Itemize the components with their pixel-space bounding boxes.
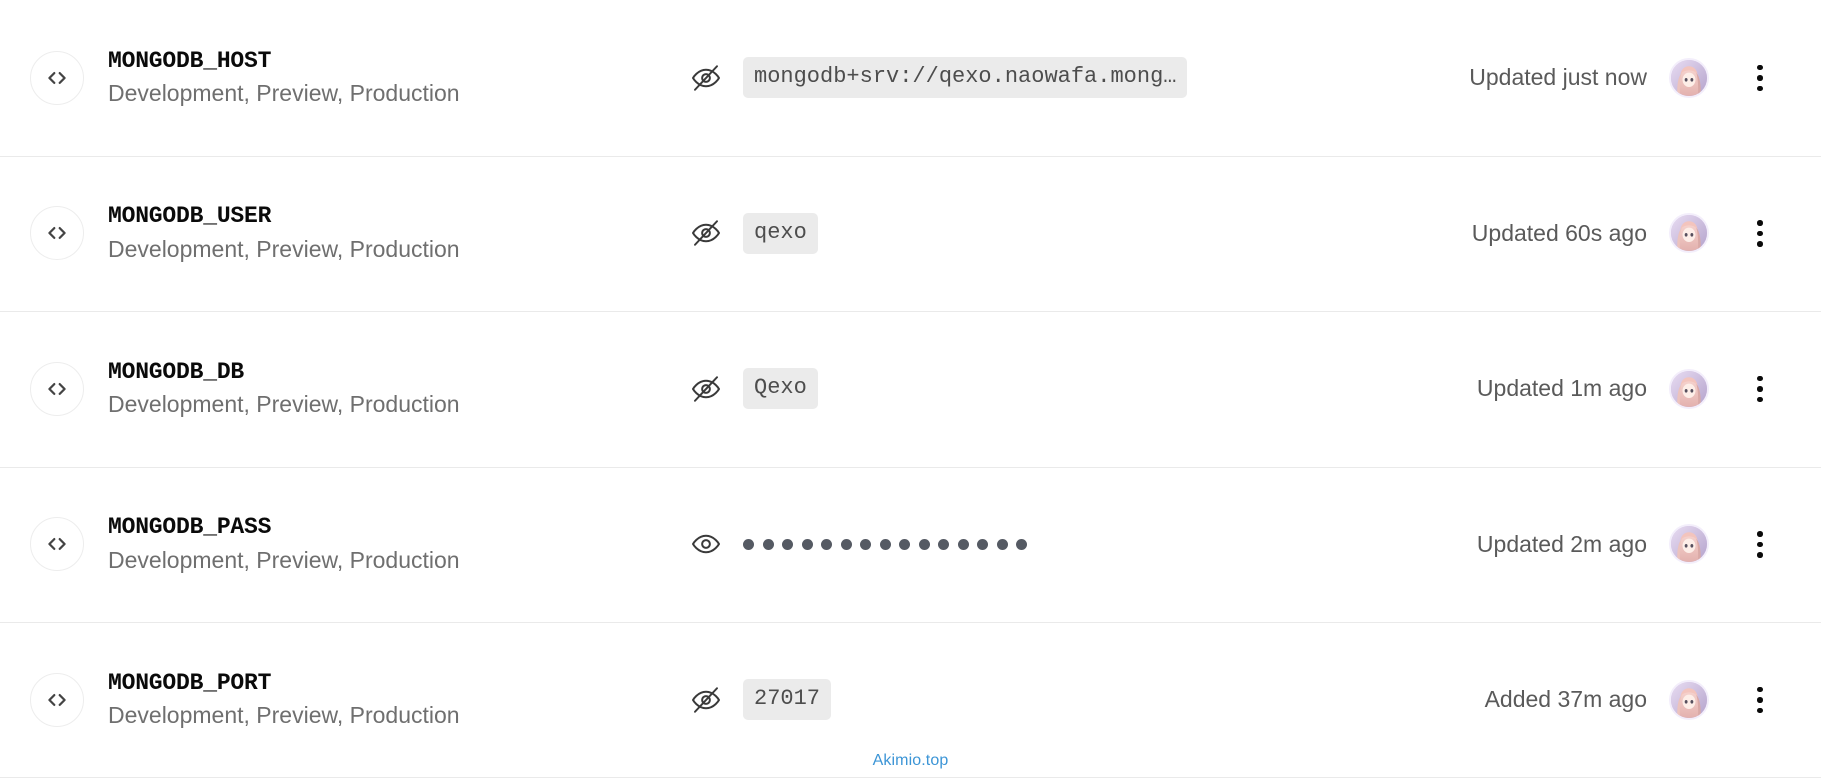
env-value-chip[interactable]: Qexo: [743, 368, 818, 410]
env-key-name: MONGODB_USER: [108, 203, 272, 229]
env-key-name: MONGODB_HOST: [108, 47, 272, 74]
env-row: MONGODB_PASS Development, Preview, Produc…: [0, 466, 1821, 622]
env-timestamp: Updated just now: [1469, 64, 1647, 91]
env-timestamp: Updated 2m ago: [1476, 530, 1647, 557]
env-value-chip[interactable]: 27017: [743, 679, 832, 721]
env-key-name: MONGODB_DB: [108, 358, 245, 385]
environment-variables-list: MONGODB_HOST Development, Preview, Produc…: [0, 0, 1821, 784]
env-key-block: MONGODB_DB Development, Preview, Producti…: [108, 358, 678, 419]
env-meta-block: Updated 1m ago: [1477, 367, 1777, 411]
env-row: MONGODB_PORT Development, Preview, Produc…: [0, 622, 1821, 778]
avatar: [1669, 524, 1709, 565]
more-vertical-icon[interactable]: [1743, 678, 1777, 722]
env-value-chip[interactable]: mongodb+srv://qexo.naowafa.mong…: [743, 57, 1188, 99]
mask-dot: [899, 538, 910, 550]
env-value-block: 27017: [678, 679, 1485, 721]
mask-dot: [801, 538, 813, 550]
env-key-name: MONGODB_PASS: [108, 514, 272, 540]
code-brackets-icon: [30, 50, 84, 105]
more-vertical-icon[interactable]: [1743, 211, 1777, 255]
avatar: [1669, 368, 1709, 409]
eye-off-icon[interactable]: [686, 369, 726, 409]
more-vertical-icon[interactable]: [1743, 522, 1777, 566]
env-row: MONGODB_DB Development, Preview, Producti…: [0, 311, 1821, 467]
code-brackets-icon: [30, 517, 84, 572]
eye-off-icon[interactable]: [686, 680, 726, 720]
avatar: [1669, 679, 1709, 720]
mask-dot: [1016, 538, 1027, 550]
env-row: MONGODB_HOST Development, Preview, Produc…: [0, 0, 1821, 156]
env-scopes-label: Development, Preview, Production: [108, 391, 460, 418]
mask-dot: [743, 538, 754, 550]
env-key-block: MONGODB_PASS Development, Preview, Produc…: [108, 514, 678, 574]
env-timestamp: Added 37m ago: [1484, 686, 1647, 713]
mask-dot: [977, 538, 988, 550]
env-key-block: MONGODB_HOST Development, Preview, Produc…: [108, 47, 678, 108]
avatar: [1669, 213, 1709, 254]
code-brackets-icon: [30, 361, 84, 416]
mask-dot: [840, 538, 852, 550]
more-vertical-icon[interactable]: [1743, 367, 1777, 411]
env-meta-block: Added 37m ago: [1485, 678, 1777, 722]
env-meta-block: Updated 2m ago: [1477, 522, 1777, 566]
mask-dot: [782, 538, 793, 550]
env-timestamp: Updated 1m ago: [1476, 375, 1647, 402]
env-value-block: Qexo: [678, 368, 1477, 410]
eye-icon[interactable]: [686, 524, 726, 564]
mask-dot: [860, 538, 871, 550]
env-value-chip[interactable]: qexo: [743, 212, 818, 254]
mask-dot: [957, 538, 969, 550]
mask-dot: [996, 538, 1008, 550]
mask-dot: [938, 538, 949, 550]
mask-dot: [918, 538, 930, 550]
avatar: [1669, 57, 1709, 98]
env-scopes-label: Development, Preview, Production: [108, 546, 460, 573]
env-timestamp: Updated 60s ago: [1471, 219, 1647, 246]
mask-dot: [762, 538, 774, 550]
env-scopes-label: Development, Preview, Production: [108, 80, 460, 107]
env-key-name: MONGODB_PORT: [108, 669, 272, 696]
env-key-block: MONGODB_PORT Development, Preview, Produc…: [108, 669, 678, 730]
env-value-block: [678, 524, 1477, 564]
more-vertical-icon[interactable]: [1743, 56, 1777, 100]
env-meta-block: Updated just now: [1469, 56, 1777, 100]
env-key-block: MONGODB_USER Development, Preview, Produc…: [108, 203, 678, 263]
code-brackets-icon: [30, 672, 84, 727]
env-scopes-label: Development, Preview, Production: [108, 702, 460, 729]
eye-off-icon[interactable]: [686, 213, 726, 253]
eye-off-icon[interactable]: [686, 58, 726, 98]
code-brackets-icon: [30, 206, 84, 261]
env-row: MONGODB_USER Development, Preview, Produc…: [0, 155, 1821, 311]
env-value-block: qexo: [678, 212, 1472, 254]
mask-dot: [821, 538, 832, 550]
env-value-masked: [743, 537, 1027, 552]
env-meta-block: Updated 60s ago: [1472, 211, 1777, 255]
env-value-block: mongodb+srv://qexo.naowafa.mong…: [678, 57, 1469, 99]
mask-dot: [879, 538, 891, 550]
env-scopes-label: Development, Preview, Production: [108, 235, 460, 262]
